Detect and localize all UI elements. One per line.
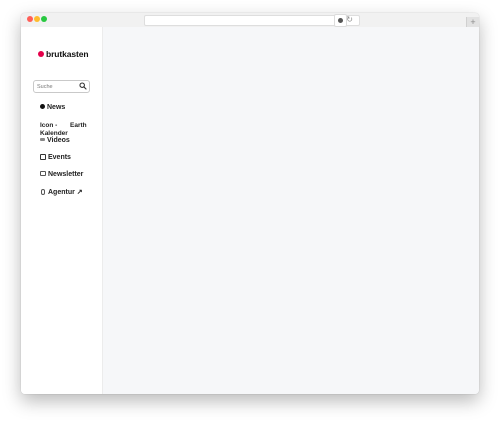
- reload-icon[interactable]: ↻: [346, 14, 353, 26]
- search-box[interactable]: [33, 80, 90, 93]
- search-input[interactable]: [37, 81, 77, 92]
- search-icon[interactable]: [79, 82, 87, 90]
- sidebar-item-label: Events: [48, 154, 71, 161]
- sidebar-item-label: Videos: [47, 137, 70, 144]
- sidebar-item-newsletter[interactable]: Newsletter: [40, 171, 83, 179]
- sidebar: brutkasten News Icon - Kalender Earth Vi…: [21, 27, 103, 394]
- sidebar-item-label: News: [47, 104, 66, 111]
- sidebar-item-icon-kalender[interactable]: Icon - Kalender Earth: [40, 122, 90, 137]
- page-viewport: brutkasten News Icon - Kalender Earth Vi…: [21, 27, 479, 394]
- logo-dot-icon: [38, 51, 44, 57]
- sidebar-item-label: Agentur ↗: [48, 189, 83, 196]
- calendar-icon: [40, 153, 46, 160]
- brand-logo[interactable]: brutkasten: [38, 49, 89, 59]
- sidebar-item-events[interactable]: Events: [40, 153, 71, 162]
- sidebar-item-news[interactable]: News: [40, 104, 65, 112]
- mail-icon: [40, 171, 46, 177]
- sidebar-item-label: Kalender: [40, 129, 68, 137]
- close-window-button[interactable]: [27, 16, 33, 22]
- minimize-window-button[interactable]: [34, 16, 40, 22]
- logo-text: brutkasten: [46, 49, 89, 59]
- privacy-badge-icon: [338, 18, 343, 23]
- sidebar-item-label: Newsletter: [48, 171, 84, 178]
- sidebar-item-videos[interactable]: Videos: [40, 137, 70, 145]
- browser-window: ↻ + brutkasten News Icon -: [21, 13, 479, 394]
- title-bar: ↻ +: [21, 13, 479, 29]
- sidebar-item-agentur[interactable]: Agentur ↗: [40, 188, 83, 197]
- earth-label: Earth: [70, 122, 87, 129]
- video-icon: [40, 138, 45, 142]
- address-bar[interactable]: ↻: [144, 15, 360, 26]
- mic-icon: [41, 188, 45, 195]
- news-icon: [40, 104, 45, 110]
- maximize-window-button[interactable]: [41, 16, 47, 22]
- extension-button[interactable]: [334, 14, 347, 27]
